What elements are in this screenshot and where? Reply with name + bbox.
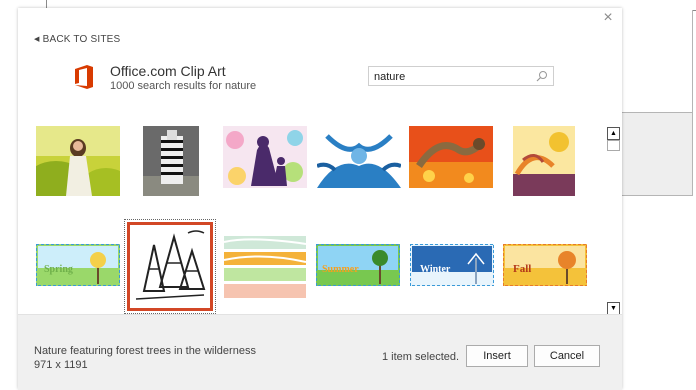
office-logo-icon bbox=[75, 65, 93, 89]
fall-label: Fall bbox=[513, 263, 531, 275]
background-document-right bbox=[620, 10, 693, 112]
insert-pictures-dialog: × ◀ BACK TO SITES Office.com Clip Art 100… bbox=[18, 8, 622, 390]
back-arrow-icon: ◀ bbox=[34, 36, 40, 43]
thumb-forest-trees[interactable] bbox=[127, 222, 213, 311]
dialog-footer: Nature featuring forest trees in the wil… bbox=[18, 314, 622, 390]
back-to-sites-link[interactable]: ◀ BACK TO SITES bbox=[34, 34, 120, 45]
thumb-autumn-swirl[interactable] bbox=[513, 126, 575, 196]
search-icon[interactable] bbox=[536, 70, 548, 82]
spring-label: Spring bbox=[44, 264, 73, 275]
thumb-winter-banner[interactable]: Winter bbox=[410, 244, 494, 286]
source-title: Office.com Clip Art bbox=[110, 63, 226, 79]
thumb-silhouette-mother-child[interactable] bbox=[223, 126, 307, 188]
back-to-sites-label: BACK TO SITES bbox=[42, 34, 121, 45]
close-button[interactable]: × bbox=[601, 10, 615, 26]
thumb-banners-stack[interactable] bbox=[222, 234, 308, 302]
thumb-orange-dragon[interactable] bbox=[409, 126, 493, 188]
selected-image-dimensions: 971 x 1191 bbox=[34, 359, 88, 371]
results-count: 1000 search results for nature bbox=[110, 80, 257, 92]
winter-label: Winter bbox=[420, 264, 451, 275]
cancel-button[interactable]: Cancel bbox=[534, 345, 600, 367]
summer-label: Summer bbox=[322, 264, 359, 275]
selected-image-description: Nature featuring forest trees in the wil… bbox=[34, 345, 256, 357]
thumb-blue-swirls[interactable] bbox=[317, 126, 401, 188]
search-box[interactable] bbox=[368, 66, 554, 86]
scrollbar-thumb[interactable] bbox=[607, 140, 620, 151]
search-input[interactable] bbox=[369, 68, 524, 86]
selection-status: 1 item selected. bbox=[382, 351, 460, 363]
thumb-spring-banner[interactable]: Spring bbox=[36, 244, 120, 286]
insert-button[interactable]: Insert bbox=[466, 345, 528, 367]
scroll-up-button[interactable]: ▲ bbox=[607, 127, 620, 140]
thumb-woman-in-field[interactable] bbox=[36, 126, 120, 196]
thumb-summer-banner[interactable]: Summer bbox=[316, 244, 400, 286]
thumb-zebra[interactable] bbox=[143, 126, 199, 196]
thumb-fall-banner[interactable]: Fall bbox=[503, 244, 587, 286]
background-document-panel bbox=[620, 112, 693, 196]
